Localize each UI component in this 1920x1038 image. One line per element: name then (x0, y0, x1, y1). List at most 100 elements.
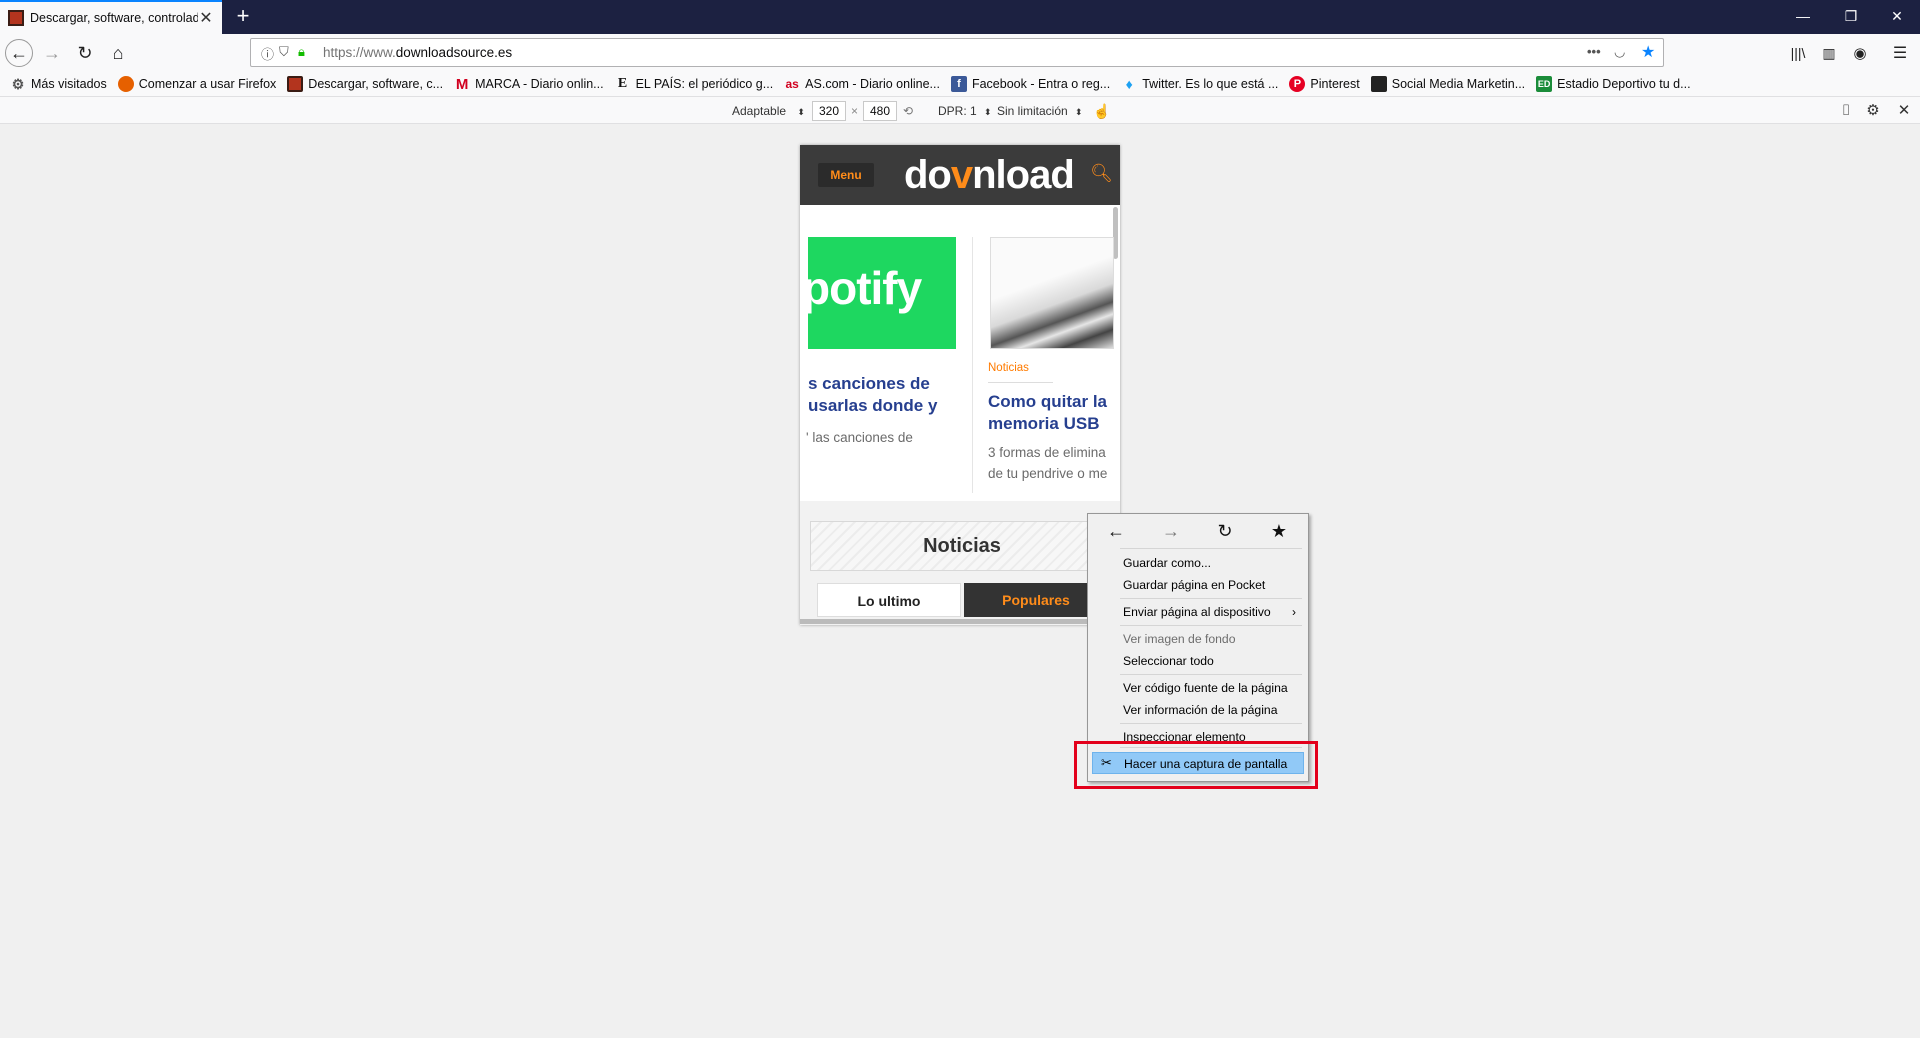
responsive-design-toolbar: Adaptable ⬍ 320 × 480 ⟲ DPR: 1 ⬍ Sin lim… (0, 96, 1920, 124)
viewport-height-input[interactable]: 480 (863, 101, 897, 121)
section-title: Noticias (810, 521, 1114, 571)
category-label[interactable]: Noticias (988, 362, 1029, 374)
facebook-icon: f (950, 76, 967, 92)
estadio-icon: ED (1536, 76, 1553, 92)
menu-item-seleccionar-todo[interactable]: Seleccionar todo (1092, 650, 1304, 672)
site-menu-button[interactable]: Menu (818, 163, 874, 187)
menu-item-guardar-como[interactable]: Guardar como... (1092, 552, 1304, 574)
forward-button[interactable]: → (38, 39, 66, 67)
app-menu-button[interactable]: ☰ (1886, 39, 1914, 67)
back-button[interactable]: ← (5, 39, 33, 67)
article-excerpt: ' las canciones de (806, 430, 913, 445)
home-button[interactable]: ⌂ (104, 39, 132, 67)
settings-gear-icon[interactable]: ⚙ (1863, 101, 1883, 121)
new-tab-button[interactable]: + (230, 4, 256, 30)
arrow-left-icon: ← (10, 42, 28, 63)
hamburger-icon: ☰ (1892, 45, 1908, 62)
bookmark-star-icon[interactable]: ★ (1641, 42, 1655, 62)
menu-item-ver-codigo-fuente[interactable]: Ver código fuente de la página (1092, 677, 1304, 699)
info-icon[interactable]: ⓘ (261, 44, 274, 63)
screenshot-icon[interactable]: ⌷ (1836, 101, 1856, 121)
viewport-width-input[interactable]: 320 (812, 101, 846, 121)
reload-icon: ↻ (77, 42, 93, 63)
home-icon: ⌂ (112, 42, 124, 63)
reload-button[interactable]: ↻ (71, 39, 99, 67)
throttling-selector[interactable]: Sin limitación ⬍ (997, 101, 1083, 121)
menu-separator (1120, 548, 1302, 549)
article-title[interactable]: Como quitar la memoria USB (988, 391, 1107, 435)
lock-icon[interactable]: 🔒︎ (298, 44, 305, 60)
bookmark-marca[interactable]: M MARCA - Diario onlin... (454, 75, 604, 93)
context-back-icon[interactable]: ← (1104, 519, 1128, 543)
bookmark-estadio[interactable]: ED Estadio Deportivo tu d... (1536, 76, 1691, 92)
firefox-icon (117, 76, 134, 92)
tab-close-icon[interactable]: ✕ (198, 8, 214, 28)
category-underline (988, 382, 1053, 383)
bookmark-facebook[interactable]: f Facebook - Entra o reg... (950, 76, 1110, 92)
url-host: downloadsource.es (395, 45, 513, 60)
select-arrows-icon: ⬍ (1075, 107, 1083, 117)
menu-item-ver-imagen-fondo[interactable]: Ver imagen de fondo (1092, 628, 1304, 650)
arrow-right-icon: → (43, 42, 61, 63)
close-rdm-icon[interactable]: ✕ (1894, 101, 1914, 121)
library-button[interactable]: |||\ (1784, 39, 1812, 67)
bookmark-pinterest[interactable]: P Pinterest (1289, 76, 1360, 92)
tracking-shield-icon[interactable]: ⛉ (279, 44, 289, 60)
socialmedia-icon (1370, 76, 1387, 92)
horizontal-scrollbar[interactable] (800, 619, 1120, 624)
twitter-icon: ♦ (1125, 76, 1133, 92)
device-selector[interactable]: Adaptable ⬍ (732, 101, 805, 121)
article-card-spotify[interactable]: potify s canciones de usarlas donde y ' l… (800, 237, 970, 493)
bookmark-as[interactable]: as AS.com - Diario online... (784, 76, 939, 92)
bookmark-twitter[interactable]: ♦ Twitter. Es lo que está ... (1121, 76, 1279, 92)
pinterest-icon: P (1289, 76, 1306, 92)
rotate-viewport-icon[interactable]: ⟲ (903, 101, 913, 121)
menu-item-ver-informacion[interactable]: Ver información de la página (1092, 699, 1304, 721)
bookmark-social-media[interactable]: Social Media Marketin... (1370, 76, 1525, 92)
tab-lo-ultimo[interactable]: Lo ultimo (817, 583, 961, 617)
bookmark-elpais[interactable]: E EL PAÍS: el periódico g... (615, 76, 773, 92)
dpr-selector[interactable]: DPR: 1 ⬍ (938, 101, 992, 121)
dimension-separator: × (851, 104, 859, 118)
context-forward-icon[interactable]: → (1159, 519, 1183, 543)
tab-active[interactable]: Descargar, software, controlado ✕ (0, 0, 222, 34)
url-text[interactable]: https://www.downloadsource.es (323, 45, 512, 60)
sidebar-icon: ▥ (1822, 44, 1836, 61)
context-bookmark-icon[interactable]: ★ (1267, 519, 1291, 543)
site-search-icon[interactable]: 🔍︎ (1090, 163, 1113, 184)
account-icon: ◉ (1853, 45, 1867, 62)
bookmark-downloadsource[interactable]: Descargar, software, c... (287, 76, 443, 92)
menu-item-enviar-dispositivo[interactable]: Enviar página al dispositivo › (1092, 601, 1304, 623)
gear-icon: ⚙ (11, 75, 25, 92)
bookmark-mas-visitados[interactable]: ⚙ Más visitados (10, 76, 107, 92)
account-button[interactable]: ◉ (1846, 39, 1874, 67)
menu-item-guardar-pocket[interactable]: Guardar página en Pocket (1092, 574, 1304, 596)
restore-button[interactable]: ❐ (1827, 0, 1875, 34)
marca-icon: M (455, 75, 469, 93)
bookmarks-toolbar: ⚙ Más visitados Comenzar a usar Firefox D… (0, 72, 1920, 96)
submenu-arrow-icon: › (1292, 605, 1296, 619)
menu-separator (1120, 598, 1302, 599)
minimize-button[interactable]: — (1779, 0, 1827, 34)
spotify-image[interactable]: potify (802, 237, 956, 349)
as-icon: as (785, 77, 799, 91)
page-actions-icon[interactable]: ••• (1587, 44, 1601, 59)
mobile-viewport[interactable]: Menu dovnload 🔍︎ potify s canciones de us… (800, 145, 1120, 625)
touch-simulation-icon[interactable]: ☝ (1093, 101, 1110, 121)
context-reload-icon[interactable]: ↻ (1213, 519, 1237, 543)
site-logo[interactable]: dovnload (904, 153, 1075, 198)
url-scheme: https://www. (323, 45, 396, 60)
menu-separator (1120, 625, 1302, 626)
context-menu-nav: ← → ↻ ★ (1088, 514, 1308, 548)
sidebar-button[interactable]: ▥ (1815, 39, 1843, 67)
navigation-toolbar: ← → ↻ ⌂ ⓘ ⛉ 🔒︎ https://www.downloadsourc… (0, 34, 1920, 72)
site-header: Menu dovnload 🔍︎ (800, 145, 1120, 205)
article-title[interactable]: s canciones de usarlas donde y (808, 373, 937, 417)
close-window-button[interactable]: ✕ (1873, 0, 1920, 34)
bookmark-firefox[interactable]: Comenzar a usar Firefox (117, 76, 276, 92)
chain-usb-image[interactable] (990, 237, 1114, 349)
pocket-icon[interactable]: ◡ (1614, 44, 1625, 60)
address-bar[interactable]: ⓘ ⛉ 🔒︎ https://www.downloadsource.es •••… (250, 38, 1664, 67)
select-arrows-icon: ⬍ (984, 107, 992, 117)
article-excerpt: 3 formas de elimina de tu pendrive o me (988, 445, 1108, 481)
